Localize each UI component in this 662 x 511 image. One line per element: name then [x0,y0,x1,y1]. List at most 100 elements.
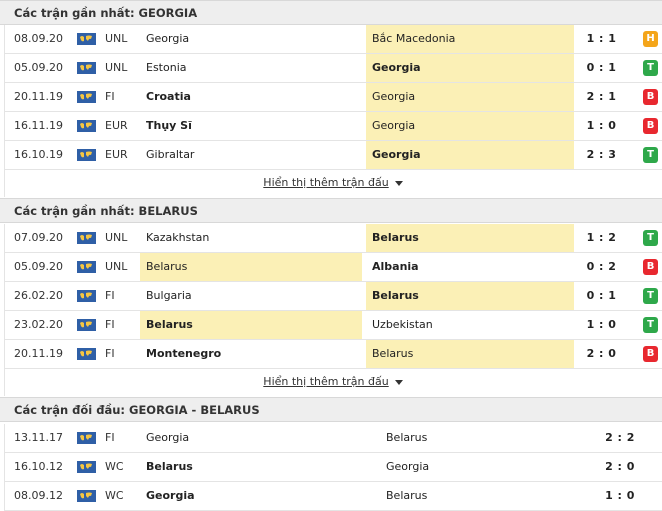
match-score: 2 : 2 [605,431,635,444]
away-team[interactable]: Georgia [366,83,574,111]
away-team[interactable]: Belarus [366,340,574,368]
match-row[interactable]: 26.02.20 FI Bulgaria Belarus 0 : 1 T [4,282,662,311]
match-row[interactable]: 05.09.20 UNL Estonia Georgia 0 : 1 T [4,54,662,83]
result-badge: B [643,346,658,362]
result-badge: T [643,230,658,246]
match-row[interactable]: 13.11.17 FI Georgia Belarus 2 : 2 [4,424,662,453]
result-badge: H [643,31,658,47]
match-score: 2 : 0 [586,347,617,360]
match-score: 0 : 2 [586,260,617,273]
competition: FI [105,289,115,302]
divider [4,224,5,396]
competition: UNL [105,231,128,244]
world-map-flag-icon [77,461,96,473]
home-team[interactable]: Thụy Sĩ [140,112,362,140]
match-row[interactable]: 07.09.20 UNL Kazakhstan Belarus 1 : 2 T [4,224,662,253]
divider [4,25,5,197]
away-team[interactable]: Georgia [366,112,574,140]
match-score: 2 : 0 [605,460,635,473]
match-date: 20.11.19 [14,90,63,103]
match-date: 08.09.20 [14,32,63,45]
match-score: 0 : 1 [586,61,617,74]
home-team[interactable]: Georgia [140,424,372,452]
home-team[interactable]: Georgia [140,482,372,510]
competition: EUR [105,119,128,132]
match-row[interactable]: 16.10.19 EUR Gibraltar Georgia 2 : 3 T [4,141,662,170]
result-badge: T [643,288,658,304]
show-more-belarus[interactable]: Hiển thị thêm trận đấu [4,369,662,396]
world-map-flag-icon [77,261,96,273]
result-badge: B [643,89,658,105]
match-row[interactable]: 05.09.20 UNL Belarus Albania 0 : 2 B [4,253,662,282]
away-team[interactable]: Bắc Macedonia [366,25,574,53]
show-more-georgia[interactable]: Hiển thị thêm trận đấu [4,170,662,197]
world-map-flag-icon [77,33,96,45]
competition: FI [105,90,115,103]
caret-down-icon [394,180,403,186]
competition: FI [105,318,115,331]
world-map-flag-icon [77,348,96,360]
match-score: 1 : 2 [586,231,617,244]
home-team[interactable]: Gibraltar [140,141,362,169]
world-map-flag-icon [77,91,96,103]
away-team[interactable]: Uzbekistan [366,311,574,339]
home-team[interactable]: Belarus [140,311,362,339]
world-map-flag-icon [77,490,96,502]
competition: UNL [105,260,128,273]
match-date: 08.09.12 [14,489,63,502]
section-header-georgia: Các trận gần nhất: GEORGIA [0,0,662,25]
home-team[interactable]: Belarus [140,253,362,281]
world-map-flag-icon [77,432,96,444]
away-team[interactable]: Albania [366,253,574,281]
match-date: 23.02.20 [14,318,63,331]
away-team[interactable]: Georgia [366,54,574,82]
match-date: 07.09.20 [14,231,63,244]
competition: EUR [105,148,128,161]
result-badge: T [643,60,658,76]
match-score: 1 : 0 [586,119,617,132]
home-team[interactable]: Georgia [140,25,362,53]
away-team[interactable]: Georgia [366,141,574,169]
match-score: 2 : 3 [586,148,617,161]
world-map-flag-icon [77,120,96,132]
world-map-flag-icon [77,319,96,331]
home-team[interactable]: Belarus [140,453,372,481]
show-more-link[interactable]: Hiển thị thêm trận đấu [263,375,388,388]
home-team[interactable]: Croatia [140,83,362,111]
show-more-link[interactable]: Hiển thị thêm trận đấu [263,176,388,189]
home-team[interactable]: Kazakhstan [140,224,362,252]
match-date: 16.10.12 [14,460,63,473]
match-date: 13.11.17 [14,431,63,444]
home-team[interactable]: Bulgaria [140,282,362,310]
divider [4,424,5,511]
result-badge: B [643,259,658,275]
match-row[interactable]: 16.11.19 EUR Thụy Sĩ Georgia 1 : 0 B [4,112,662,141]
match-row[interactable]: 08.09.20 UNL Georgia Bắc Macedonia 1 : 1… [4,25,662,54]
away-team[interactable]: Belarus [382,424,582,452]
result-badge: T [643,317,658,333]
match-score: 2 : 1 [586,90,617,103]
match-row[interactable]: 20.11.19 FI Montenegro Belarus 2 : 0 B [4,340,662,369]
competition: WC [105,460,124,473]
match-score: 1 : 0 [586,318,617,331]
away-team[interactable]: Georgia [382,453,582,481]
match-date: 20.11.19 [14,347,63,360]
match-row[interactable]: 16.10.12 WC Belarus Georgia 2 : 0 [4,453,662,482]
competition: FI [105,347,115,360]
home-team[interactable]: Montenegro [140,340,362,368]
away-team[interactable]: Belarus [382,482,582,510]
match-row[interactable]: 23.02.20 FI Belarus Uzbekistan 1 : 0 T [4,311,662,340]
competition: UNL [105,61,128,74]
away-team[interactable]: Belarus [366,282,574,310]
section-header-belarus: Các trận gần nhất: BELARUS [0,198,662,223]
match-row[interactable]: 20.11.19 FI Croatia Georgia 2 : 1 B [4,83,662,112]
match-score: 0 : 1 [586,289,617,302]
world-map-flag-icon [77,290,96,302]
competition: UNL [105,32,128,45]
competition: WC [105,489,124,502]
away-team[interactable]: Belarus [366,224,574,252]
match-row[interactable]: 08.09.12 WC Georgia Belarus 1 : 0 [4,482,662,511]
home-team[interactable]: Estonia [140,54,362,82]
world-map-flag-icon [77,149,96,161]
match-date: 05.09.20 [14,260,63,273]
